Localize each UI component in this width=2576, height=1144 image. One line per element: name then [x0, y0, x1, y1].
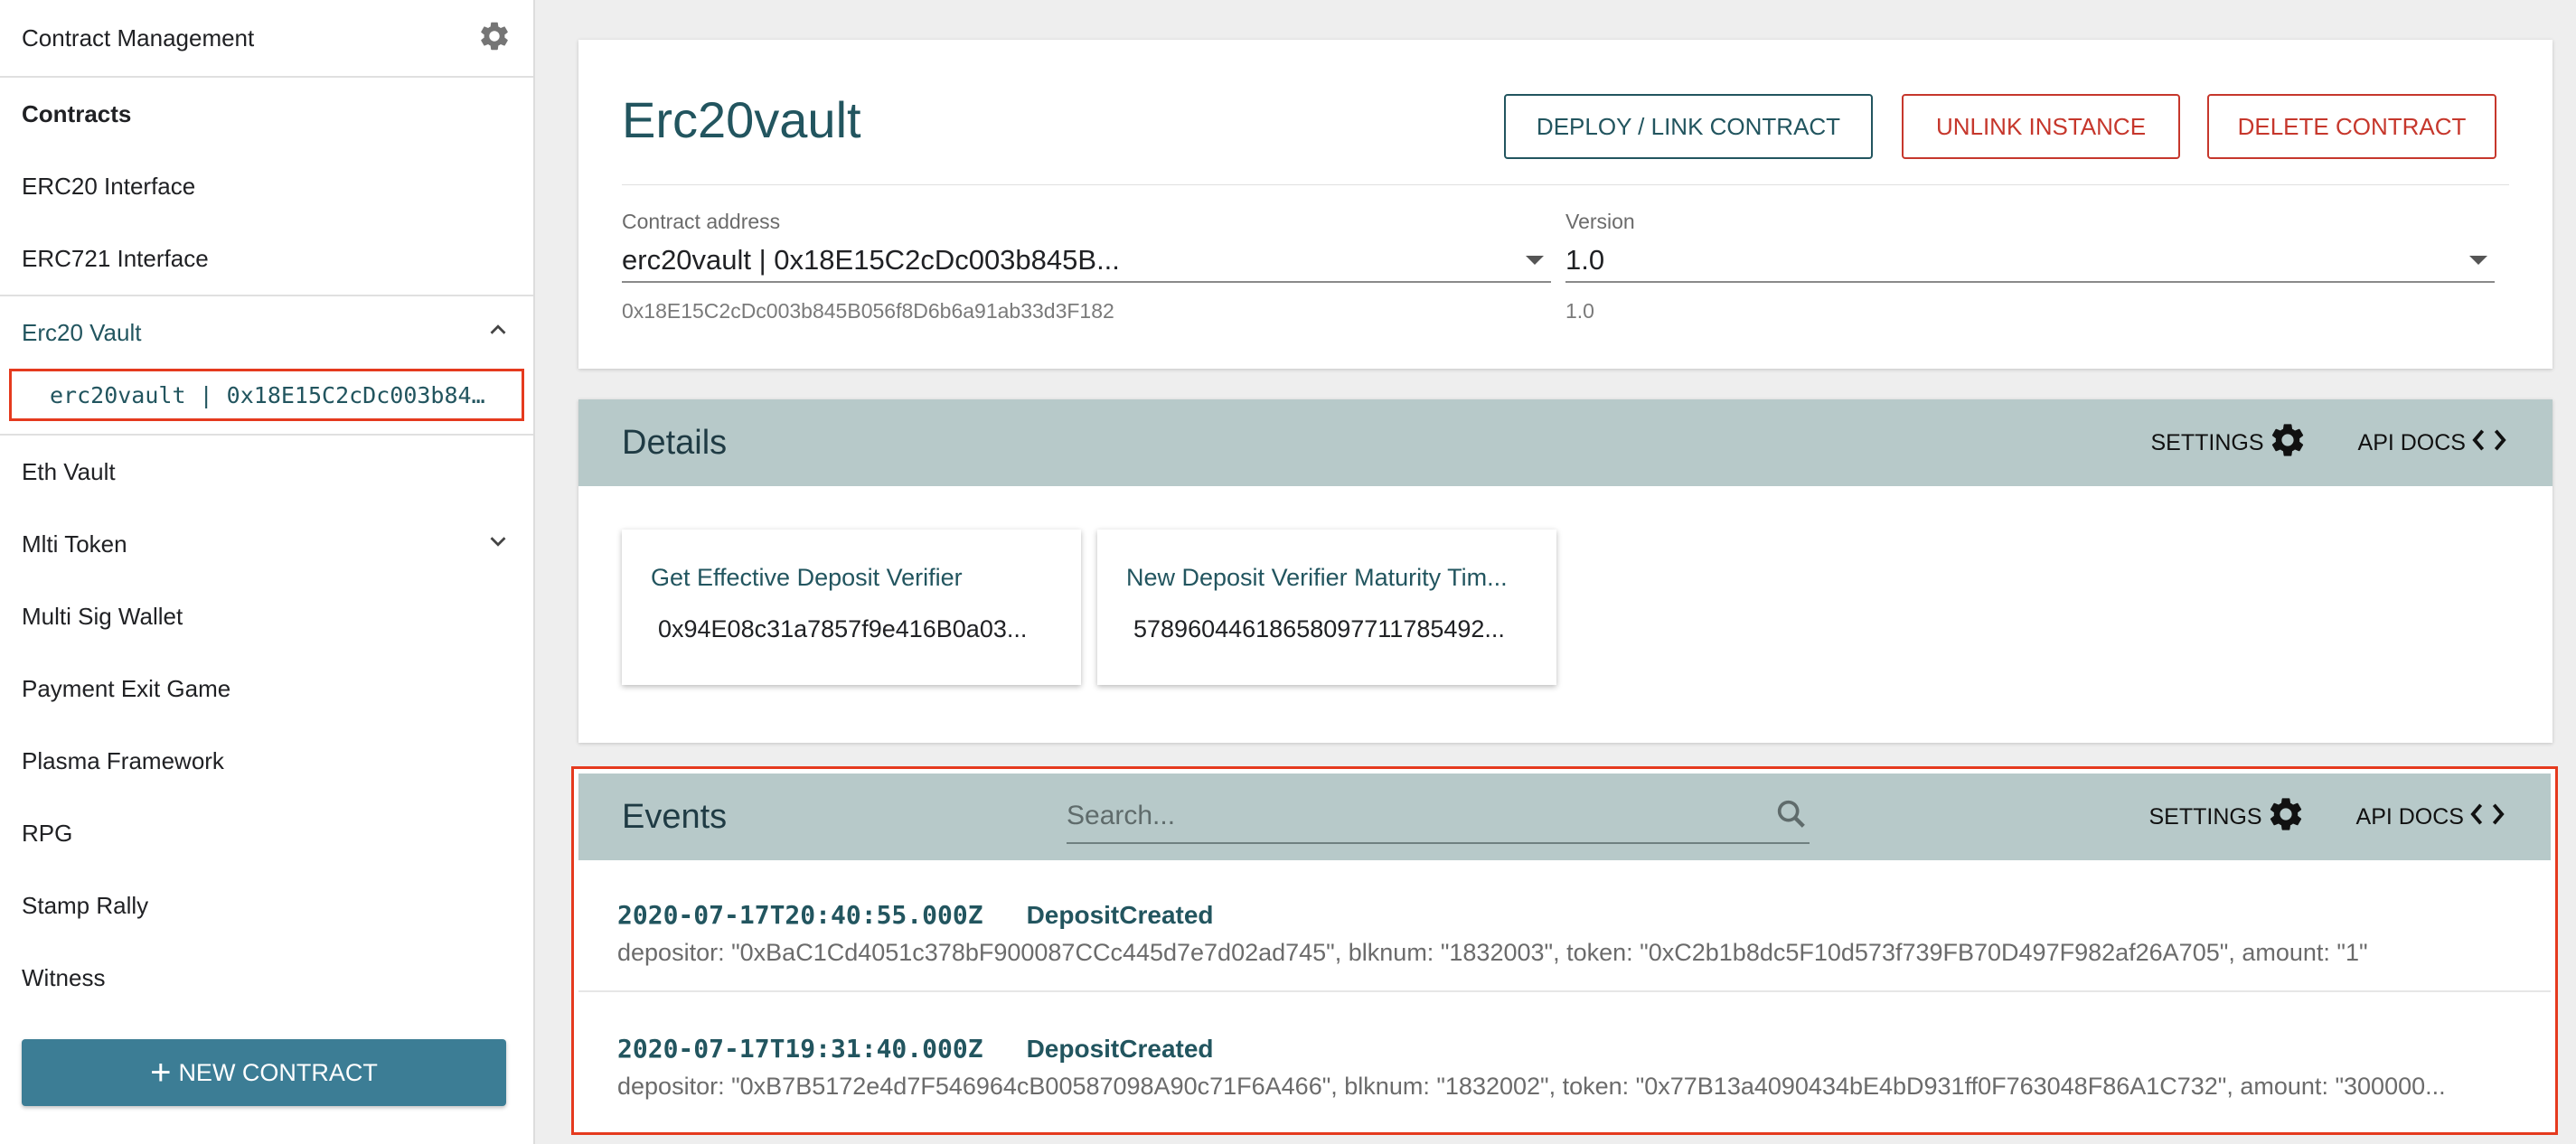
events-header-actions: SETTINGS API DOCS	[2149, 774, 2508, 860]
gear-icon	[2264, 420, 2308, 466]
event-name: DepositCreated	[1026, 900, 1214, 929]
api-docs-label: API DOCS	[2355, 803, 2464, 830]
method-card-value: 57896044618658097711785492...	[1133, 615, 1505, 642]
contract-address-select[interactable]: erc20vault | 0x18E15C2cDc003b845B...	[622, 239, 1551, 283]
contract-address-label: Contract address	[622, 210, 781, 233]
details-api-docs-button[interactable]: API DOCS	[2358, 427, 2509, 460]
code-icon	[2466, 427, 2509, 460]
sidebar-item-stamp-rally[interactable]: Stamp Rally	[0, 869, 533, 942]
search-placeholder: Search...	[1067, 801, 1176, 830]
event-args: depositor: "0xB7B5172e4d7F546964cB005870…	[617, 1073, 2446, 1100]
method-card-get-effective-deposit-verifier[interactable]: Get Effective Deposit Verifier 0x94E08c3…	[622, 530, 1081, 685]
version-label: Version	[1565, 210, 1635, 233]
sidebar-item-rpg[interactable]: RPG	[0, 797, 533, 869]
event-args: depositor: "0xBaC1Cd4051c378bF900087CCc4…	[617, 939, 2368, 966]
chevron-up-icon	[484, 316, 512, 350]
sidebar-item-label: Eth Vault	[22, 457, 116, 485]
details-card: Details SETTINGS API DOCS Get Effective …	[578, 399, 2552, 743]
event-timestamp: 2020-07-17T19:31:40.000Z	[617, 1034, 983, 1064]
contract-address-helper: 0x18E15C2cDc003b845B056f8D6b6a91ab33d3F1…	[622, 299, 1114, 323]
details-header-actions: SETTINGS API DOCS	[2151, 399, 2510, 486]
sidebar: Contract Management Contracts ERC20 Inte…	[0, 0, 535, 1144]
details-title: Details	[622, 423, 728, 462]
method-card-title: New Deposit Verifier Maturity Tim...	[1126, 564, 1508, 591]
sidebar-item-label: Erc20 Vault	[22, 318, 142, 346]
events-card: Events Search... SETTINGS API DOCS 2020-…	[571, 766, 2558, 1135]
sidebar-item-label: Plasma Framework	[22, 746, 224, 774]
sidebar-header: Contract Management	[0, 0, 533, 78]
event-timestamp: 2020-07-17T20:40:55.000Z	[617, 900, 983, 930]
page-title: Erc20vault	[622, 91, 861, 148]
sidebar-item-multi-sig-wallet[interactable]: Multi Sig Wallet	[0, 580, 533, 652]
sidebar-subitem-label: erc20vault | 0x18E15C2cDc003b845B056f8D6…	[50, 381, 493, 408]
sidebar-item-erc20-vault[interactable]: Erc20 Vault	[0, 296, 533, 369]
events-settings-button[interactable]: SETTINGS	[2149, 794, 2306, 840]
method-card-new-deposit-verifier-maturity[interactable]: New Deposit Verifier Maturity Tim... 578…	[1097, 530, 1556, 685]
version-select[interactable]: 1.0	[1565, 239, 2495, 283]
unlink-instance-button[interactable]: UNLINK INSTANCE	[1902, 94, 2180, 159]
sidebar-item-contracts[interactable]: Contracts	[0, 78, 533, 150]
sidebar-item-label: Contracts	[22, 99, 132, 127]
contract-address-value: erc20vault | 0x18E15C2cDc003b845B...	[622, 244, 1120, 276]
contract-card: Erc20vault DEPLOY / LINK CONTRACT UNLINK…	[578, 40, 2552, 369]
event-name: DepositCreated	[1026, 1034, 1214, 1063]
sidebar-item-label: Mlti Token	[22, 530, 127, 558]
deploy-link-contract-button[interactable]: DEPLOY / LINK CONTRACT	[1504, 94, 1873, 159]
version-value: 1.0	[1565, 244, 1605, 276]
gear-icon	[2262, 794, 2306, 840]
sidebar-subitem-erc20vault-instance[interactable]: erc20vault | 0x18E15C2cDc003b845B056f8D6…	[9, 369, 524, 421]
event-heading: 2020-07-17T20:40:55.000Z DepositCreated	[617, 900, 2512, 930]
sidebar-item-mlti-token[interactable]: Mlti Token	[0, 508, 533, 580]
sidebar-item-plasma-framework[interactable]: Plasma Framework	[0, 725, 533, 797]
contract-address-field: Contract address erc20vault | 0x18E15C2c…	[622, 210, 1551, 324]
settings-label: SETTINGS	[2150, 429, 2264, 455]
method-card-title: Get Effective Deposit Verifier	[651, 564, 963, 591]
event-row[interactable]: 2020-07-17T20:40:55.000Z DepositCreated …	[578, 860, 2551, 992]
sidebar-item-label: RPG	[22, 819, 73, 847]
settings-gear-icon[interactable]	[477, 19, 512, 58]
plus-icon: +	[150, 1053, 172, 1092]
sidebar-item-label: Witness	[22, 963, 106, 991]
delete-contract-button[interactable]: DELETE CONTRACT	[2207, 94, 2496, 159]
search-icon	[1773, 796, 1810, 837]
sidebar-item-erc721-interface[interactable]: ERC721 Interface	[0, 222, 533, 295]
event-heading: 2020-07-17T19:31:40.000Z DepositCreated	[617, 1034, 2512, 1064]
sidebar-item-erc20-interface[interactable]: ERC20 Interface	[0, 150, 533, 222]
new-contract-button[interactable]: + NEW CONTRACT	[22, 1039, 506, 1106]
sidebar-title: Contract Management	[22, 23, 255, 52]
version-helper: 1.0	[1565, 299, 1594, 323]
sidebar-item-label: Stamp Rally	[22, 891, 149, 919]
sidebar-item-label: Multi Sig Wallet	[22, 602, 183, 630]
details-settings-button[interactable]: SETTINGS	[2151, 420, 2308, 466]
method-card-value: 0x94E08c31a7857f9e416B0a03...	[658, 615, 1028, 642]
dropdown-arrow-icon	[2469, 256, 2487, 265]
sidebar-item-label: ERC20 Interface	[22, 172, 196, 200]
dropdown-arrow-icon	[1526, 256, 1544, 265]
new-contract-label: NEW CONTRACT	[178, 1058, 378, 1086]
chevron-down-icon	[484, 528, 512, 561]
api-docs-label: API DOCS	[2357, 429, 2466, 455]
sidebar-item-payment-exit-game[interactable]: Payment Exit Game	[0, 652, 533, 725]
sidebar-item-label: Payment Exit Game	[22, 674, 231, 702]
events-title: Events	[622, 797, 728, 836]
events-api-docs-button[interactable]: API DOCS	[2356, 801, 2507, 834]
sidebar-item-witness[interactable]: Witness	[0, 942, 533, 1014]
sidebar-item-eth-vault[interactable]: Eth Vault	[0, 436, 533, 508]
code-icon	[2464, 801, 2507, 834]
version-field: Version 1.0 1.0	[1565, 210, 2495, 324]
event-row[interactable]: 2020-07-17T19:31:40.000Z DepositCreated …	[578, 994, 2551, 1126]
divider	[622, 184, 2509, 185]
sidebar-item-label: ERC721 Interface	[22, 244, 209, 272]
settings-label: SETTINGS	[2148, 803, 2262, 830]
events-search-input[interactable]: Search...	[1067, 790, 1810, 844]
